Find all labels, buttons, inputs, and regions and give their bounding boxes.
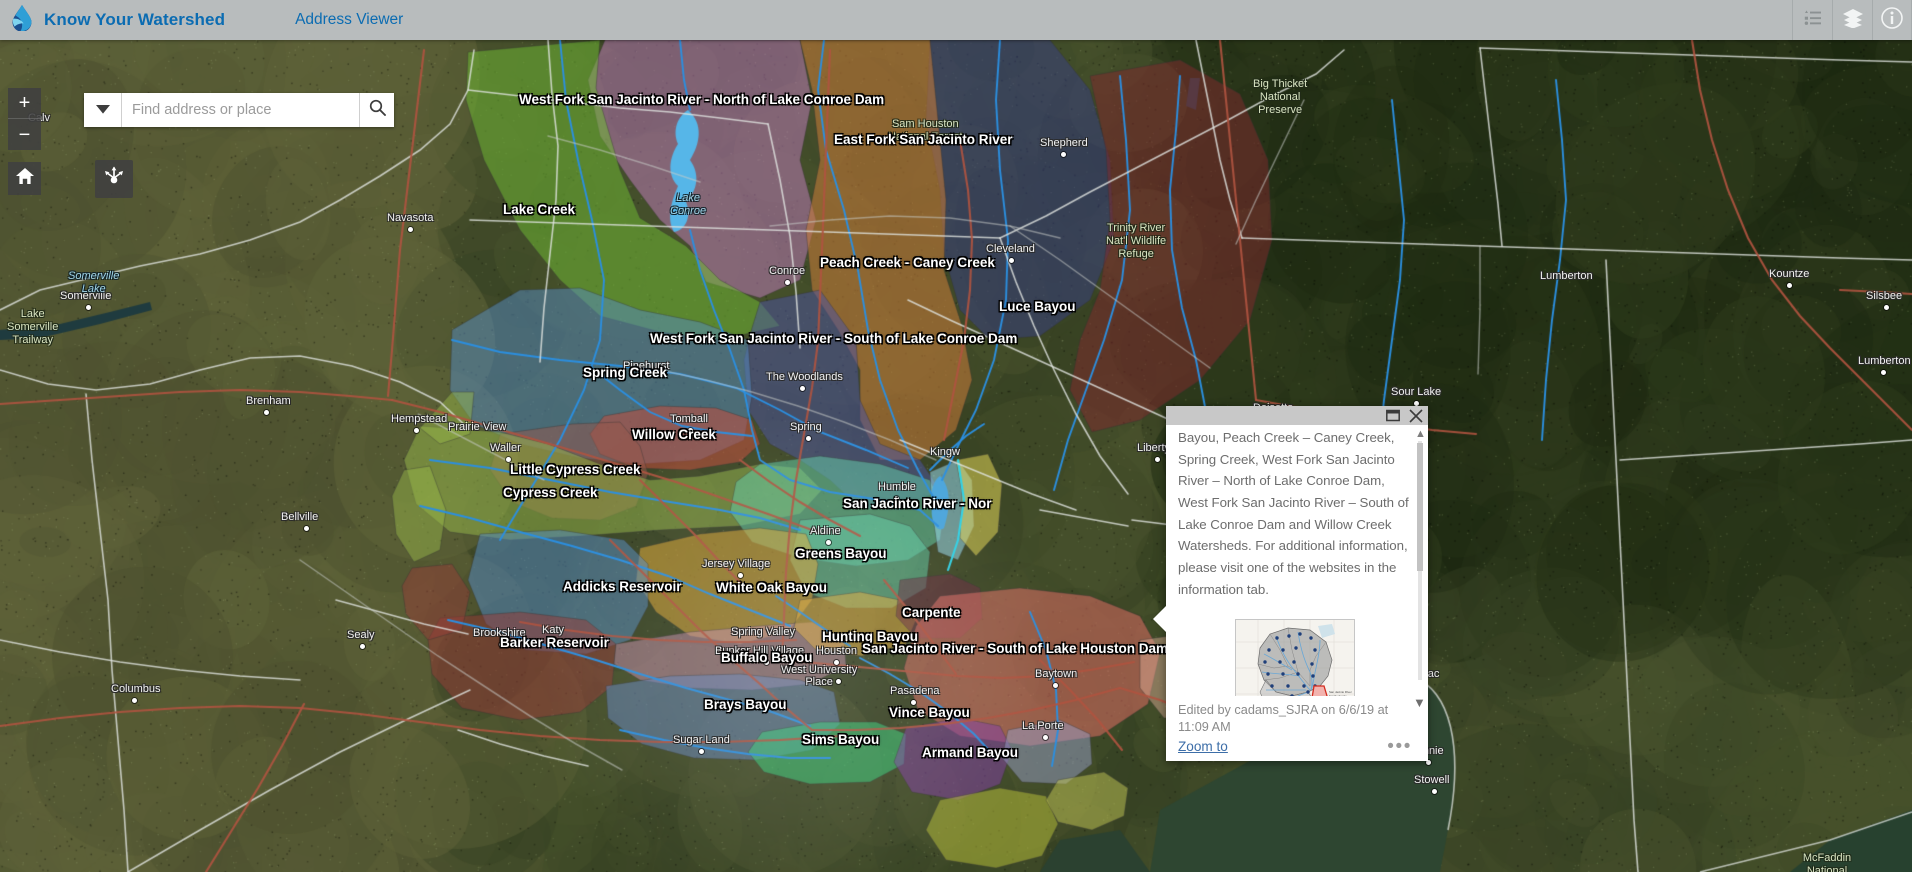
pan-arrows-icon [102, 165, 126, 194]
city-marker-dot [1042, 735, 1048, 740]
zoom-out-button[interactable]: − [8, 119, 41, 150]
map-viewport[interactable]: West Fork San Jacinto River - North of L… [0, 40, 1912, 872]
popup-description: Bayou, Peach Creek – Caney Creek, Spring… [1178, 430, 1409, 597]
subapp-title[interactable]: Address Viewer [295, 11, 403, 29]
layers-icon [1842, 8, 1864, 33]
zoom-in-button[interactable]: + [8, 88, 41, 119]
search-icon [369, 99, 386, 121]
feature-popup[interactable]: Bayou, Peach Creek – Caney Creek, Spring… [1153, 406, 1428, 761]
water-drop-logo-icon [11, 4, 33, 36]
home-button[interactable] [8, 162, 41, 195]
popup-scrollbar[interactable]: ▲ [1415, 427, 1426, 694]
about-info-button[interactable] [1872, 0, 1912, 40]
search-input[interactable] [122, 93, 359, 127]
popup-pointer [1153, 606, 1166, 632]
city-marker-dot [825, 540, 831, 545]
zoom-controls: + − [8, 88, 41, 150]
ellipsis-icon[interactable]: ••• [1387, 737, 1412, 756]
svg-text:South of Lake: South of Lake [1329, 694, 1347, 696]
city-marker-dot [835, 679, 841, 684]
search-widget [84, 93, 394, 127]
legend-button[interactable] [1792, 0, 1832, 40]
city-marker-dot [699, 749, 704, 754]
home-icon [15, 167, 35, 190]
search-source-dropdown[interactable] [84, 93, 122, 127]
city-marker-dot [799, 386, 805, 391]
popup-titlebar [1166, 406, 1428, 425]
search-submit-button[interactable] [359, 93, 394, 127]
popup-actions: Zoom to ••• [1178, 737, 1412, 756]
city-marker-dot [910, 700, 916, 705]
city-marker-dot [131, 698, 137, 703]
locate-pan-button[interactable] [95, 160, 133, 198]
header-toolbar [1792, 0, 1912, 40]
layer-list-button[interactable] [1832, 0, 1872, 40]
popup-footer: Edited by cadams_SJRA on 6/6/19 at 11:09… [1166, 695, 1428, 761]
city-marker-dot [784, 280, 790, 285]
city-marker-dot [360, 644, 365, 649]
zoom-to-link[interactable]: Zoom to [1178, 739, 1228, 754]
chevron-down-icon [95, 101, 110, 119]
city-marker-dot [1060, 152, 1066, 157]
maximize-icon[interactable] [1386, 409, 1400, 422]
popup-content[interactable]: Bayou, Peach Creek – Caney Creek, Spring… [1166, 425, 1428, 696]
popup-scroll-down-icon[interactable]: ▼ [1413, 695, 1426, 710]
info-icon [1881, 6, 1903, 34]
city-marker-dot [407, 227, 413, 232]
scrollbar-thumb[interactable] [1417, 443, 1423, 571]
city-marker-dot [499, 642, 504, 647]
city-marker-dot [86, 305, 91, 310]
close-icon[interactable] [1409, 408, 1423, 423]
app-header: Know Your Watershed Address Viewer [0, 0, 1912, 40]
app-logo [0, 4, 44, 36]
chevron-up-icon[interactable]: ▲ [1415, 427, 1426, 441]
page-title: Know Your Watershed [44, 10, 226, 29]
basemap-canvas[interactable] [0, 40, 1912, 872]
city-marker-dot [893, 496, 899, 501]
city-marker-dot [505, 457, 511, 462]
popup-thumbnail-map[interactable]: San Jacinto River South of Lake Houston … [1235, 619, 1355, 696]
popup-edited-info: Edited by cadams_SJRA on 6/6/19 at 11:09… [1178, 702, 1389, 735]
legend-icon [1804, 10, 1822, 31]
city-marker-dot [805, 436, 811, 441]
